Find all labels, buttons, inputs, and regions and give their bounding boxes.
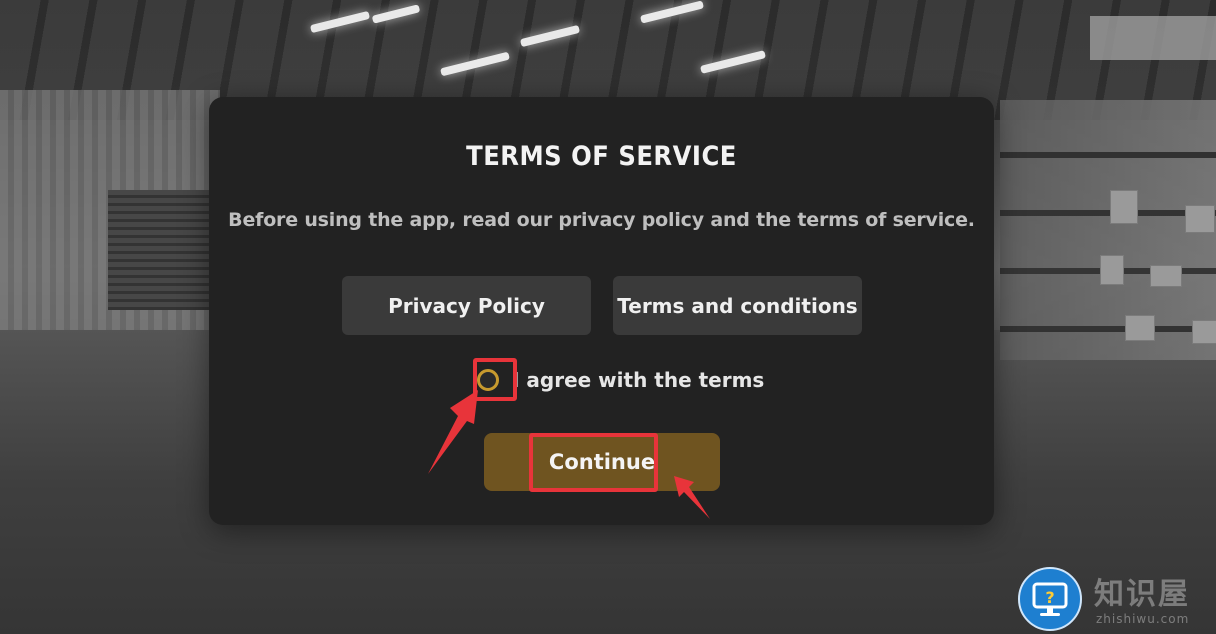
- question-monitor-icon: ?: [1018, 567, 1082, 631]
- shelf-box: [1125, 315, 1155, 341]
- shelf-box: [1185, 205, 1215, 233]
- dialog-message: Before using the app, read our privacy p…: [228, 209, 975, 231]
- dialog-title: TERMS OF SERVICE: [466, 141, 737, 172]
- terms-and-conditions-button[interactable]: Terms and conditions: [613, 276, 862, 335]
- window: [1090, 16, 1216, 60]
- agree-checkbox[interactable]: [477, 369, 499, 391]
- agree-row[interactable]: I agree with the terms: [477, 365, 764, 395]
- svg-text:?: ?: [1045, 588, 1054, 607]
- shelf-box: [1192, 320, 1216, 344]
- agree-label[interactable]: I agree with the terms: [512, 368, 764, 392]
- shelf-box: [1100, 255, 1124, 285]
- watermark: ? 知识屋 zhishiwu.com: [1018, 567, 1216, 634]
- watermark-text: 知识屋: [1094, 577, 1190, 612]
- continue-button[interactable]: Continue: [484, 433, 720, 491]
- watermark-subtext: zhishiwu.com: [1096, 612, 1190, 626]
- privacy-policy-button[interactable]: Privacy Policy: [342, 276, 591, 335]
- shelf-box: [1150, 265, 1182, 287]
- rolling-shutter-door: [108, 190, 218, 310]
- terms-dialog: TERMS OF SERVICE Before using the app, r…: [209, 97, 994, 525]
- storage-shelves: [1000, 100, 1216, 360]
- shelf-box: [1110, 190, 1138, 224]
